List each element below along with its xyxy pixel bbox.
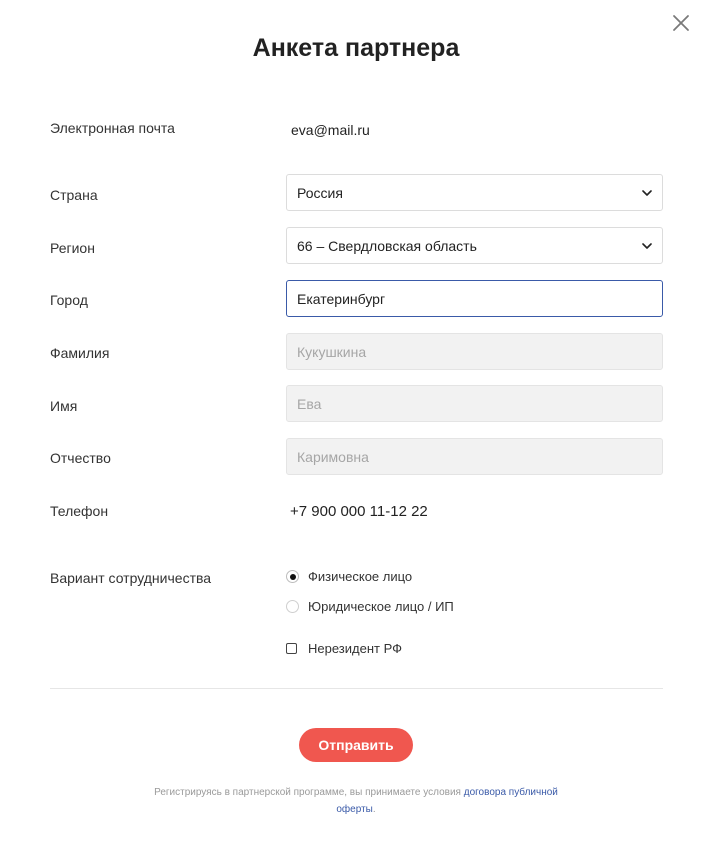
radio-individual-control[interactable]: [286, 570, 299, 583]
city-field[interactable]: [286, 280, 663, 317]
chevron-down-icon: [642, 241, 652, 251]
region-label: Регион: [50, 240, 95, 256]
radio-legal-entity[interactable]: Юридическое лицо / ИП: [286, 599, 454, 614]
middle-name-field[interactable]: [286, 438, 663, 475]
city-input[interactable]: [297, 290, 652, 307]
page-title: Анкета партнера: [252, 34, 460, 62]
region-select[interactable]: 66 – Свердловская область: [286, 227, 663, 264]
nonresident-label: Нерезидент РФ: [308, 641, 402, 656]
radio-legal-entity-control[interactable]: [286, 600, 299, 613]
last-name-label: Фамилия: [50, 345, 110, 361]
cooperation-label: Вариант сотрудничества: [50, 570, 212, 586]
partner-form-modal: Анкета партнера Электронная почта eva@ma…: [0, 0, 712, 842]
nonresident-checkbox-row[interactable]: Нерезидент РФ: [286, 641, 402, 656]
terms-note: Регистрируясь в партнерской программе, в…: [140, 784, 572, 818]
phone-value: +7 900 000 11-12 22: [290, 503, 428, 520]
city-label: Город: [50, 292, 88, 308]
nonresident-checkbox[interactable]: [286, 643, 297, 654]
divider: [50, 688, 663, 689]
phone-label: Телефон: [50, 503, 109, 519]
close-button[interactable]: [671, 13, 691, 33]
chevron-down-icon: [642, 188, 652, 198]
submit-button[interactable]: Отправить: [299, 728, 413, 762]
terms-text: Регистрируясь в партнерской программе, в…: [154, 787, 464, 798]
terms-end: .: [372, 804, 376, 815]
first-name-field[interactable]: [286, 385, 663, 422]
close-icon[interactable]: [671, 13, 691, 33]
last-name-input[interactable]: [297, 343, 652, 360]
first-name-input[interactable]: [297, 395, 652, 412]
last-name-field[interactable]: [286, 333, 663, 370]
country-select[interactable]: Россия: [286, 174, 663, 211]
middle-name-input[interactable]: [297, 448, 652, 465]
radio-individual-label: Физическое лицо: [308, 569, 413, 584]
email-label: Электронная почта: [50, 120, 175, 136]
first-name-label: Имя: [50, 398, 78, 414]
middle-name-label: Отчество: [50, 450, 111, 466]
radio-legal-entity-label: Юридическое лицо / ИП: [308, 599, 454, 614]
region-select-value: 66 – Свердловская область: [297, 237, 477, 254]
country-label: Страна: [50, 187, 98, 203]
radio-individual[interactable]: Физическое лицо: [286, 569, 412, 584]
country-select-value: Россия: [297, 184, 343, 201]
email-value: eva@mail.ru: [291, 122, 370, 138]
